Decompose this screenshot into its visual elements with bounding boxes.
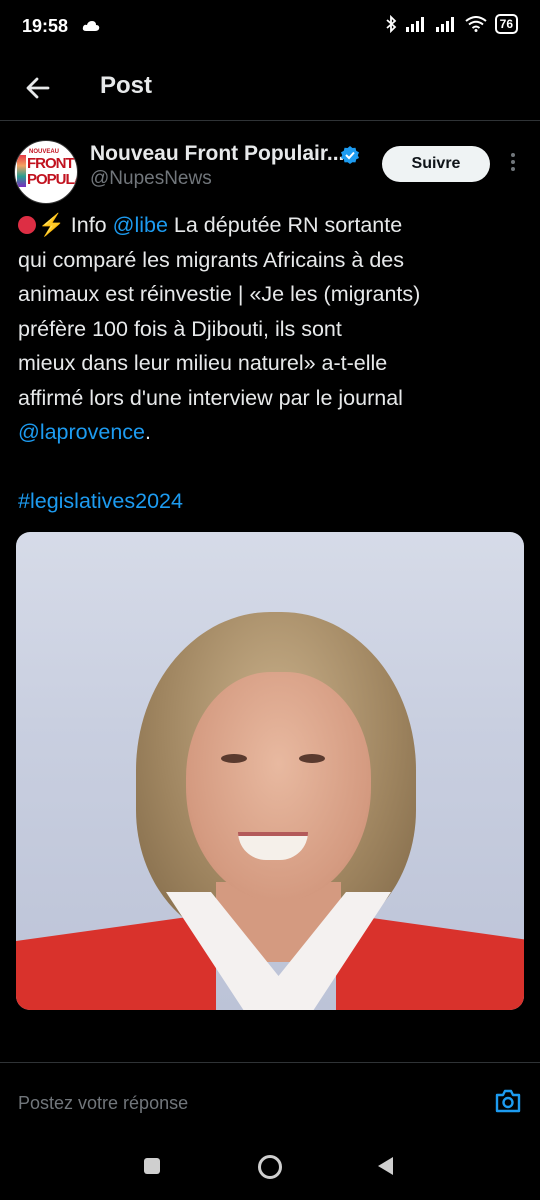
status-icons: 76 xyxy=(385,14,518,34)
bluetooth-icon xyxy=(386,15,396,33)
photo-face xyxy=(186,672,371,902)
cloud-icon xyxy=(82,21,100,31)
avatar-text: POPULA xyxy=(27,171,78,188)
header-divider xyxy=(0,120,540,121)
mention-link[interactable]: @laprovence xyxy=(18,420,145,444)
back-triangle-icon[interactable] xyxy=(378,1157,393,1175)
author-name[interactable]: Nouveau Front Populair... xyxy=(90,142,344,166)
tweet-prefix: Info xyxy=(70,213,107,237)
signal-icon xyxy=(405,17,424,32)
verified-badge-icon xyxy=(341,146,359,164)
photo-eye xyxy=(299,754,325,763)
reply-input[interactable] xyxy=(16,1086,480,1120)
home-icon[interactable] xyxy=(258,1155,282,1179)
tweet-line: #legislatives2024 xyxy=(18,484,528,519)
red-circle-emoji-icon xyxy=(18,216,36,234)
app-bar: Post xyxy=(0,56,540,120)
avatar-stripe xyxy=(17,155,26,187)
tweet-line: mieux dans leur milieu naturel» a-t-elle xyxy=(18,351,388,375)
battery-icon: 76 xyxy=(494,14,518,34)
tweet-text: ⚡ Info @libe La députée RN sortante qui … xyxy=(18,208,528,519)
camera-icon[interactable] xyxy=(494,1088,522,1114)
status-bar: 19:58 76 xyxy=(0,0,540,56)
tweet-line: préfère 100 fois à Djibouti, ils sont xyxy=(18,316,342,341)
follow-button[interactable]: Suivre xyxy=(382,146,490,182)
tweet-line-text: La députée RN sortante xyxy=(173,213,403,237)
tweet-line: affirmé lors d'une interview par le jour… xyxy=(18,385,403,410)
status-time: 19:58 xyxy=(22,16,69,36)
recents-icon[interactable] xyxy=(144,1158,160,1174)
wifi-icon xyxy=(465,16,487,32)
tweet-line: ⚡ Info @libe La députée RN sortante xyxy=(18,208,528,243)
avatar-text: FRONT xyxy=(27,155,75,172)
tweet-line: animaux est réinvestie | «Je les (migran… xyxy=(18,282,421,306)
photo-jacket xyxy=(16,912,216,1010)
hashtag-link[interactable]: #legislatives2024 xyxy=(18,489,183,513)
avatar[interactable]: NOUVEAU FRONT POPULA xyxy=(14,140,78,204)
tweet-line: @laprovence. xyxy=(18,415,528,450)
tweet-photo[interactable] xyxy=(16,532,524,1010)
author-handle[interactable]: @NupesNews xyxy=(90,168,212,190)
composer-divider xyxy=(0,1062,540,1063)
page-title: Post xyxy=(100,72,153,99)
mention-link[interactable]: @libe xyxy=(113,213,168,237)
lightning-emoji-icon: ⚡ xyxy=(38,213,65,237)
photo-eye xyxy=(221,754,247,763)
more-options-icon[interactable] xyxy=(506,150,520,180)
arrow-left-icon[interactable] xyxy=(22,72,54,104)
tweet-punctuation: . xyxy=(145,420,151,444)
signal-icon xyxy=(435,17,454,32)
tweet-line: qui comparé les migrants Africains à des xyxy=(18,247,404,272)
